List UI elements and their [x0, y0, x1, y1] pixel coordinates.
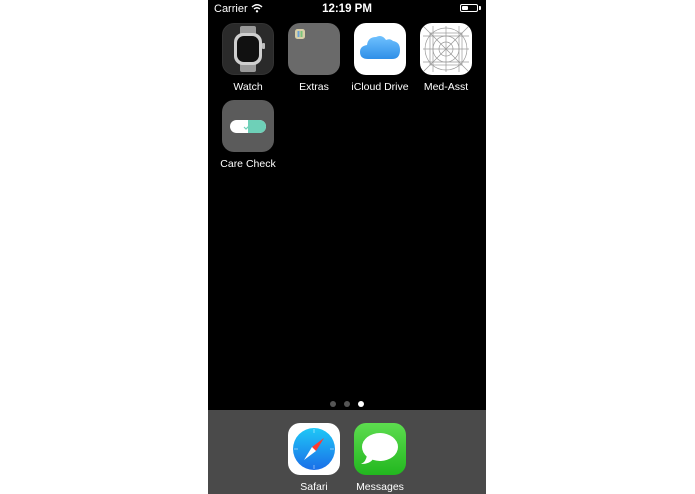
- watch-icon: [222, 23, 274, 75]
- home-screen: Carrier 12:19 PM Watch Extras iCloud Dri…: [208, 0, 486, 494]
- app-label: Messages: [356, 481, 404, 493]
- dock: Safari Messages: [208, 410, 486, 494]
- page-dot[interactable]: [330, 401, 336, 407]
- page-indicator[interactable]: [208, 401, 486, 407]
- app-watch[interactable]: Watch: [215, 23, 281, 93]
- app-extras[interactable]: Extras: [281, 23, 347, 93]
- cloud-icon: [354, 23, 406, 75]
- app-label: iCloud Drive: [351, 81, 409, 93]
- app-label: Care Check: [220, 158, 276, 170]
- clock-time: 12:19 PM: [322, 3, 372, 15]
- app-label: Watch: [233, 81, 263, 93]
- app-safari[interactable]: Safari: [281, 423, 347, 493]
- page-dot[interactable]: [344, 401, 350, 407]
- app-icloud-drive[interactable]: iCloud Drive: [347, 23, 413, 93]
- app-care-check[interactable]: Care Check: [215, 100, 281, 170]
- compass-icon: [288, 423, 340, 475]
- status-bar: Carrier 12:19 PM: [208, 0, 486, 18]
- app-label: Safari: [300, 481, 328, 493]
- app-med-asst[interactable]: Med-Asst: [413, 23, 479, 93]
- app-label: Extras: [299, 81, 329, 93]
- battery-icon: [460, 4, 478, 12]
- speech-bubble-icon: [354, 423, 406, 475]
- page-dot-active[interactable]: [358, 401, 364, 407]
- folder-icon: [288, 23, 340, 75]
- app-label: Med-Asst: [423, 81, 469, 93]
- grid-icon: [420, 23, 472, 75]
- app-messages[interactable]: Messages: [347, 423, 413, 493]
- pill-icon: [222, 100, 274, 152]
